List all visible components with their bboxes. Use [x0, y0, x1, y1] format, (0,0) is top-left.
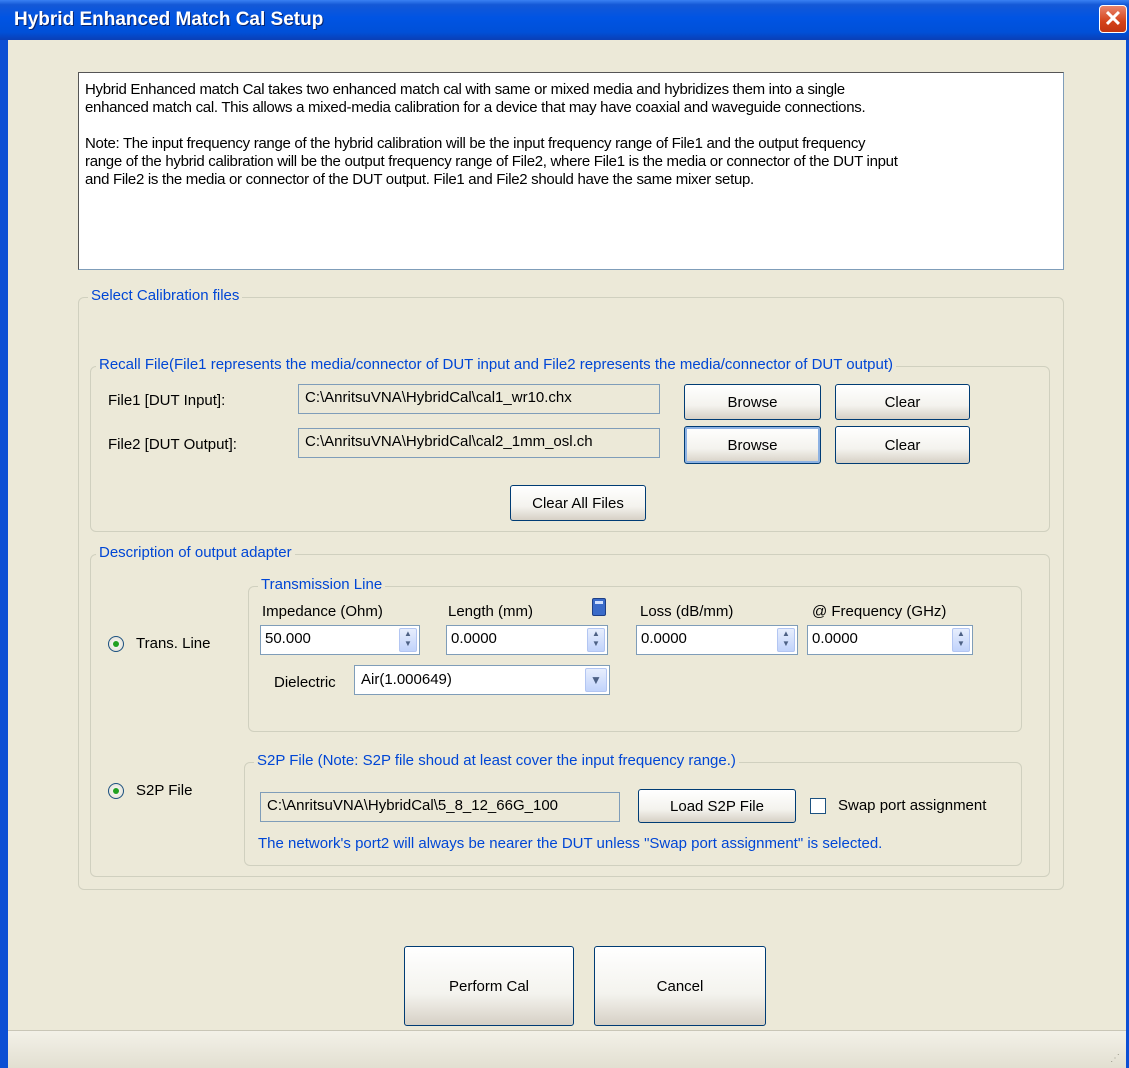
spin-arrows-icon[interactable]: ▲ ▼	[952, 628, 970, 652]
file2-path-field[interactable]: C:\AnritsuVNA\HybridCal\cal2_1mm_osl.ch	[298, 428, 660, 458]
file1-path-field[interactable]: C:\AnritsuVNA\HybridCal\cal1_wr10.chx	[298, 384, 660, 414]
length-spinbox[interactable]: 0.0000 ▲ ▼	[446, 625, 608, 655]
dielectric-value: Air(1.000649)	[361, 671, 452, 688]
file2-label: File2 [DUT Output]:	[108, 436, 237, 453]
title-bar: Hybrid Enhanced Match Cal Setup ✕	[0, 0, 1129, 40]
load-s2p-file-button[interactable]: Load S2P File	[638, 789, 796, 823]
calculator-icon[interactable]	[592, 598, 606, 616]
select-calibration-files-legend: Select Calibration files	[88, 287, 243, 304]
file1-label: File1 [DUT Input]:	[108, 392, 226, 409]
cancel-button[interactable]: Cancel	[594, 946, 766, 1026]
impedance-label: Impedance (Ohm)	[262, 603, 383, 620]
file2-clear-button[interactable]: Clear	[835, 426, 970, 464]
transmission-line-legend: Transmission Line	[258, 576, 386, 593]
s2p-note: The network's port2 will always be neare…	[258, 835, 883, 852]
window-title: Hybrid Enhanced Match Cal Setup	[14, 9, 324, 30]
trans-line-radio-dot	[113, 641, 119, 647]
window-border-left	[0, 40, 8, 1068]
length-label: Length (mm)	[448, 603, 534, 620]
frequency-value: 0.0000	[812, 630, 858, 647]
file1-browse-button[interactable]: Browse	[684, 384, 821, 420]
length-value: 0.0000	[451, 630, 497, 647]
file1-clear-button[interactable]: Clear	[835, 384, 970, 420]
frequency-label: @ Frequency (GHz)	[812, 603, 947, 620]
trans-line-radio[interactable]	[108, 636, 124, 652]
chevron-down-icon[interactable]: ▼	[585, 668, 607, 692]
s2p-file-radio[interactable]	[108, 783, 124, 799]
loss-value: 0.0000	[641, 630, 687, 647]
spin-arrows-icon[interactable]: ▲ ▼	[587, 628, 605, 652]
dielectric-dropdown[interactable]: Air(1.000649) ▼	[354, 665, 610, 695]
dialog-body: Hybrid Enhanced match Cal takes two enha…	[8, 40, 1126, 1068]
status-bar: ⋰	[8, 1030, 1126, 1068]
swap-port-checkbox[interactable]	[810, 798, 826, 814]
close-icon: ✕	[1103, 6, 1123, 31]
spin-arrows-icon[interactable]: ▲ ▼	[777, 628, 795, 652]
s2p-file-radio-dot	[113, 788, 119, 794]
impedance-spinbox[interactable]: 50.000 ▲ ▼	[260, 625, 420, 655]
perform-cal-button[interactable]: Perform Cal	[404, 946, 574, 1026]
swap-port-label[interactable]: Swap port assignment	[838, 797, 986, 814]
resize-grip-icon[interactable]: ⋰	[1110, 1053, 1120, 1064]
dielectric-label: Dielectric	[274, 674, 336, 691]
spin-arrows-icon[interactable]: ▲ ▼	[399, 628, 417, 652]
output-adapter-legend: Description of output adapter	[96, 544, 295, 561]
s2p-path-field[interactable]: C:\AnritsuVNA\HybridCal\5_8_12_66G_100	[260, 792, 620, 822]
impedance-value: 50.000	[265, 630, 311, 647]
frequency-spinbox[interactable]: 0.0000 ▲ ▼	[807, 625, 973, 655]
loss-spinbox[interactable]: 0.0000 ▲ ▼	[636, 625, 798, 655]
trans-line-radio-label[interactable]: Trans. Line	[136, 635, 210, 652]
recall-file-legend: Recall File(File1 represents the media/c…	[96, 356, 897, 373]
clear-all-files-button[interactable]: Clear All Files	[510, 485, 646, 521]
s2p-file-radio-label[interactable]: S2P File	[136, 782, 192, 799]
file2-browse-button[interactable]: Browse	[684, 426, 821, 464]
description-box: Hybrid Enhanced match Cal takes two enha…	[78, 72, 1064, 270]
description-paragraph-2: Note: The input frequency range of the h…	[85, 135, 898, 188]
close-button[interactable]: ✕	[1099, 5, 1127, 33]
s2p-file-legend: S2P File (Note: S2P file shoud at least …	[254, 752, 739, 769]
description-paragraph-1: Hybrid Enhanced match Cal takes two enha…	[85, 81, 866, 116]
loss-label: Loss (dB/mm)	[640, 603, 734, 620]
